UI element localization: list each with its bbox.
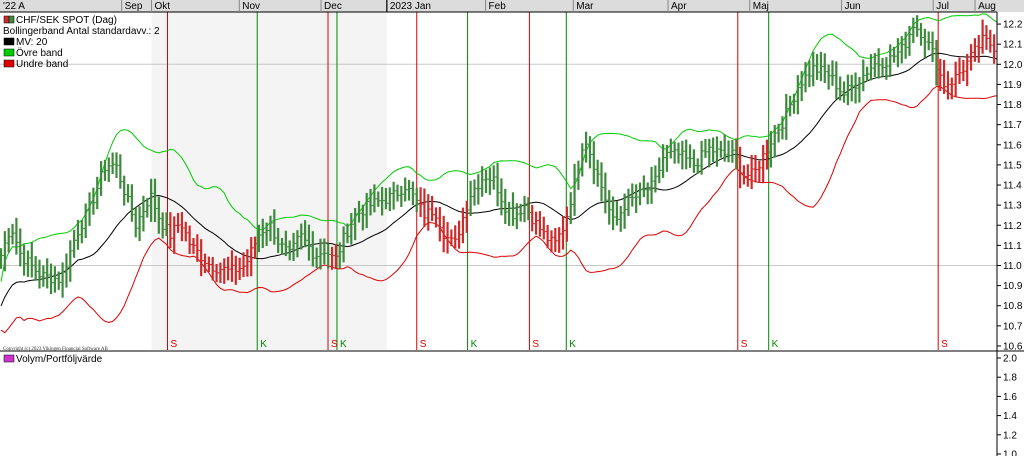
y-tick-label: 11.8 bbox=[1003, 100, 1022, 111]
legend-label-upper: Övre band bbox=[16, 47, 63, 59]
signal-label-buy: K bbox=[772, 339, 779, 350]
y-tick-label: 11.1 bbox=[1003, 241, 1022, 252]
y-tick-label: 11.6 bbox=[1003, 140, 1022, 151]
signal-label-sell: S bbox=[532, 339, 539, 350]
month-label: '22 A bbox=[3, 1, 25, 12]
volume-tick-label: 2.0 bbox=[1003, 354, 1017, 365]
month-label: Mar bbox=[576, 1, 594, 12]
legend-swatch-lower bbox=[3, 59, 15, 68]
y-tick-label: 10.9 bbox=[1003, 281, 1023, 292]
signal-label-sell: S bbox=[170, 339, 177, 350]
y-tick-label: 11.4 bbox=[1003, 181, 1022, 192]
month-label: Maj bbox=[753, 1, 769, 12]
volume-tick-label: 1.2 bbox=[1003, 430, 1017, 441]
volume-legend-label: Volym/Portföljvärde bbox=[16, 354, 103, 365]
legend-swatch-upper bbox=[3, 48, 15, 57]
volume-legend-swatch bbox=[3, 354, 15, 363]
signal-label-buy: K bbox=[569, 339, 576, 350]
y-tick-label: 11.9 bbox=[1003, 80, 1022, 91]
volume-tick-label: 1.6 bbox=[1003, 392, 1017, 403]
y-tick-label: 11.0 bbox=[1003, 261, 1022, 272]
legend-swatch-price-green bbox=[8, 15, 15, 24]
legend-swatch-mv bbox=[3, 37, 15, 46]
signal-label-buy: K bbox=[471, 339, 478, 350]
signal-label-buy: K bbox=[340, 339, 347, 350]
x-axis: '22 A Sep Okt Nov Dec 2023 Jan Feb Mar Apr Maj Jun… bbox=[3, 0, 996, 12]
y-tick-label: 11.5 bbox=[1003, 160, 1022, 171]
month-label: Apr bbox=[671, 1, 687, 12]
y-tick-label: 12.2 bbox=[1003, 20, 1023, 31]
month-label: Aug bbox=[978, 1, 996, 12]
month-label: 2023 Jan bbox=[390, 1, 431, 12]
signal-label-sell: S bbox=[741, 339, 748, 350]
signal-label-sell: S bbox=[420, 339, 427, 350]
y-tick-label: 11.2 bbox=[1003, 221, 1022, 232]
legend-swatch-price-red bbox=[3, 15, 10, 24]
month-label: Nov bbox=[242, 1, 260, 12]
month-label: Jul bbox=[936, 1, 949, 12]
legend-label-mv: MV: 20 bbox=[16, 37, 48, 48]
y-tick-label: 10.7 bbox=[1003, 321, 1023, 332]
month-label: Okt bbox=[155, 1, 171, 12]
y-tick-label: 12.0 bbox=[1003, 60, 1023, 71]
signal-label-sell: S bbox=[941, 339, 948, 350]
signal-label-buy: K bbox=[260, 339, 267, 350]
y-tick-label: 10.8 bbox=[1003, 301, 1023, 312]
background-layer bbox=[151, 12, 387, 350]
y-tick-label: 11.3 bbox=[1003, 201, 1022, 212]
shaded-period bbox=[151, 12, 387, 350]
price-chart: '22 A Sep Okt Nov Dec 2023 Jan Feb Mar Apr Maj Jun… bbox=[0, 0, 1024, 456]
signal-label-sell: S bbox=[331, 339, 338, 350]
legend-label-bollinger: Bollingerband Antal standardavv.: 2 bbox=[3, 26, 160, 37]
y-tick-label: 10.6 bbox=[1003, 341, 1023, 352]
volume-tick-label: 1.4 bbox=[1003, 411, 1017, 422]
copyright-text: Copyright (c) 2023 Vikingen Financial So… bbox=[3, 347, 109, 352]
month-label: Jun bbox=[844, 1, 860, 12]
y-tick-label: 12.1 bbox=[1003, 40, 1023, 51]
month-label: Feb bbox=[489, 1, 507, 12]
y-tick-label: 11.7 bbox=[1003, 120, 1022, 131]
legend-label-lower: Undre band bbox=[16, 59, 68, 70]
month-label: Sep bbox=[125, 1, 143, 12]
volume-tick-label: 1.0 bbox=[1003, 450, 1017, 456]
legend-label-price: CHF/SEK SPOT (Dag) bbox=[16, 15, 117, 26]
month-label: Dec bbox=[324, 1, 342, 12]
volume-tick-label: 1.8 bbox=[1003, 373, 1017, 384]
